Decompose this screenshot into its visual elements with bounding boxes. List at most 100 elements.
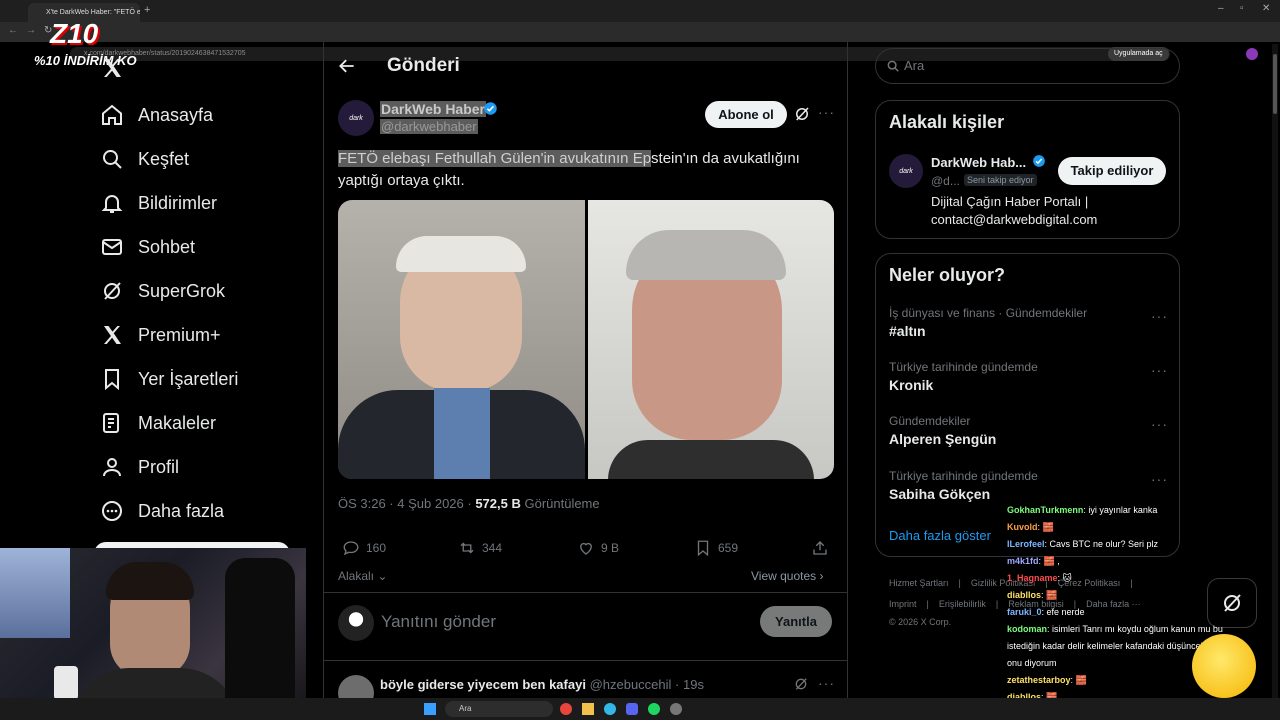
back-icon[interactable] <box>337 56 357 81</box>
page-title: Gönderi <box>387 55 460 76</box>
chat-username: GokhanTurkmenn <box>1007 505 1084 515</box>
trend-category: Türkiye tarihinde gündemde <box>889 360 1038 374</box>
post-image-left[interactable] <box>338 200 585 479</box>
grok-icon <box>1224 594 1241 612</box>
chrome-icon[interactable] <box>560 703 572 715</box>
edge-icon[interactable] <box>604 703 616 715</box>
forward-nav-icon[interactable]: → <box>26 25 36 36</box>
grok-icon[interactable] <box>793 676 809 697</box>
related-avatar[interactable]: dark <box>889 154 923 188</box>
related-title: Alakalı kişiler <box>889 112 1005 132</box>
trend-item[interactable]: Kronik <box>889 377 933 393</box>
scrollbar[interactable] <box>1272 44 1278 698</box>
sidebar-item-label: Sohbet <box>138 236 196 257</box>
share-action[interactable] <box>811 539 829 557</box>
post-image-right[interactable] <box>588 200 834 479</box>
show-more-link[interactable]: Daha fazla göster <box>889 528 991 543</box>
repost-action[interactable]: 344 <box>458 539 502 557</box>
taskbar-app-icons[interactable] <box>560 703 860 715</box>
spotify-icon[interactable] <box>648 703 660 715</box>
reply-count: 160 <box>366 541 387 555</box>
cup <box>54 666 78 700</box>
follows-you-badge: Seni takip ediyor <box>964 174 1037 186</box>
footer-accessibility[interactable]: Erişilebilirlik <box>939 599 986 609</box>
views-label: Görüntüleme <box>520 496 600 511</box>
related-name[interactable]: DarkWeb Hab... <box>931 155 1026 170</box>
post-time[interactable]: ÖS 3:26 · 4 Şub 2026 · <box>338 496 475 511</box>
footer-terms[interactable]: Hizmet Şartları <box>889 578 949 588</box>
back-nav-icon[interactable]: ← <box>8 25 18 36</box>
window-light <box>0 548 70 638</box>
reply-handle[interactable]: @hzebuccehil <box>590 677 672 692</box>
current-user-avatar[interactable] <box>338 605 374 641</box>
sidebar-item-premium[interactable]: Premium+ <box>100 318 221 352</box>
verified-badge-icon <box>1032 154 1046 173</box>
sidebar-item-explore[interactable]: Keşfet <box>100 142 189 176</box>
sidebar-item-bookmarks[interactable]: Yer İşaretleri <box>100 362 238 396</box>
more-options-icon[interactable]: ··· <box>1151 362 1168 378</box>
relevance-dropdown[interactable]: Alakalı ⌄ <box>338 569 387 583</box>
new-tab-button[interactable]: + <box>144 4 150 16</box>
chat-message: kodoman: isimleri Tanrı mı koydu oğlum k… <box>1007 624 1223 634</box>
chevron-down-icon: ⌄ <box>374 569 388 583</box>
post-text-highlighted: FETÖ elebaşı Fethullah Gülen'in avukatın… <box>338 150 652 167</box>
search-box[interactable]: Ara <box>875 48 1180 84</box>
footer-more[interactable]: Daha fazla ··· <box>1086 599 1141 609</box>
profile-avatar-icon[interactable] <box>1246 48 1258 60</box>
grok-icon[interactable] <box>793 105 811 128</box>
following-button[interactable]: Takip ediliyor <box>1058 157 1166 185</box>
author-name[interactable]: DarkWeb Haber <box>380 101 487 117</box>
sidebar-item-chat[interactable]: Sohbet <box>100 230 195 264</box>
more-options-icon[interactable]: ··· <box>1151 308 1168 324</box>
sidebar-item-more[interactable]: Daha fazla <box>100 494 224 528</box>
trend-item[interactable]: #altın <box>889 323 926 339</box>
taskbar-search[interactable]: Ara <box>445 701 553 717</box>
grok-floating-button[interactable] <box>1207 578 1257 628</box>
author-avatar[interactable]: dark <box>338 100 374 136</box>
reply-input[interactable]: Yanıtını gönder <box>381 612 496 632</box>
related-handle: @d... <box>931 174 960 188</box>
maximize-icon[interactable]: ▫ <box>1240 3 1244 14</box>
brand-logo: Z10 <box>50 18 99 49</box>
minimize-icon[interactable]: – <box>1218 3 1224 14</box>
windows-start-icon[interactable] <box>424 703 436 715</box>
more-options-icon[interactable]: ··· <box>1151 416 1168 432</box>
reply-action[interactable]: 160 <box>342 539 386 557</box>
footer-sep: | <box>926 599 929 609</box>
author-handle[interactable]: @darkwebhaber <box>380 119 478 134</box>
chat-username: m4k1fd <box>1007 556 1039 566</box>
discord-icon[interactable] <box>626 703 638 715</box>
footer-imprint[interactable]: Imprint <box>889 599 917 609</box>
trend-category: Türkiye tarihinde gündemde <box>889 469 1038 483</box>
sidebar-item-notifications[interactable]: Bildirimler <box>100 186 217 220</box>
sidebar-item-supergrok[interactable]: SuperGrok <box>100 274 225 308</box>
sidebar-item-label: Daha fazla <box>138 500 225 521</box>
avatar-text: dark <box>349 114 363 122</box>
chat-message: faruki_0: efe nerde <box>1007 607 1085 617</box>
chat-message: onu diyorum <box>1007 658 1057 668</box>
chat-username: ILerofeel <box>1007 539 1045 549</box>
chat-username: kodoman <box>1007 624 1048 634</box>
share-icon <box>813 541 827 555</box>
view-quotes-link[interactable]: View quotes › <box>751 569 824 583</box>
bookmark-action[interactable]: 659 <box>694 539 738 557</box>
reply-submit-button[interactable]: Yanıtla <box>760 606 832 637</box>
trend-item[interactable]: Alperen Şengün <box>889 431 996 447</box>
sidebar-item-home[interactable]: Anasayfa <box>100 98 213 132</box>
close-icon[interactable]: ✕ <box>1262 3 1270 14</box>
sidebar-item-profile[interactable]: Profil <box>100 450 179 484</box>
more-options-icon[interactable]: ··· <box>1151 471 1168 487</box>
webcam-overlay <box>0 548 306 720</box>
obs-icon[interactable] <box>670 703 682 715</box>
streamer-hair <box>106 562 194 600</box>
more-options-icon[interactable]: ··· <box>818 104 835 120</box>
x-logo-icon[interactable] <box>100 56 124 85</box>
sidebar-item-articles[interactable]: Makaleler <box>100 406 216 440</box>
folder-icon[interactable] <box>582 703 594 715</box>
like-action[interactable]: 9 B <box>577 539 619 557</box>
scrollbar-thumb[interactable] <box>1273 54 1277 114</box>
trend-item[interactable]: Sabiha Gökçen <box>889 486 990 502</box>
article-icon <box>103 413 119 433</box>
more-options-icon[interactable]: ··· <box>818 675 835 691</box>
subscribe-button[interactable]: Abone ol <box>705 101 787 128</box>
